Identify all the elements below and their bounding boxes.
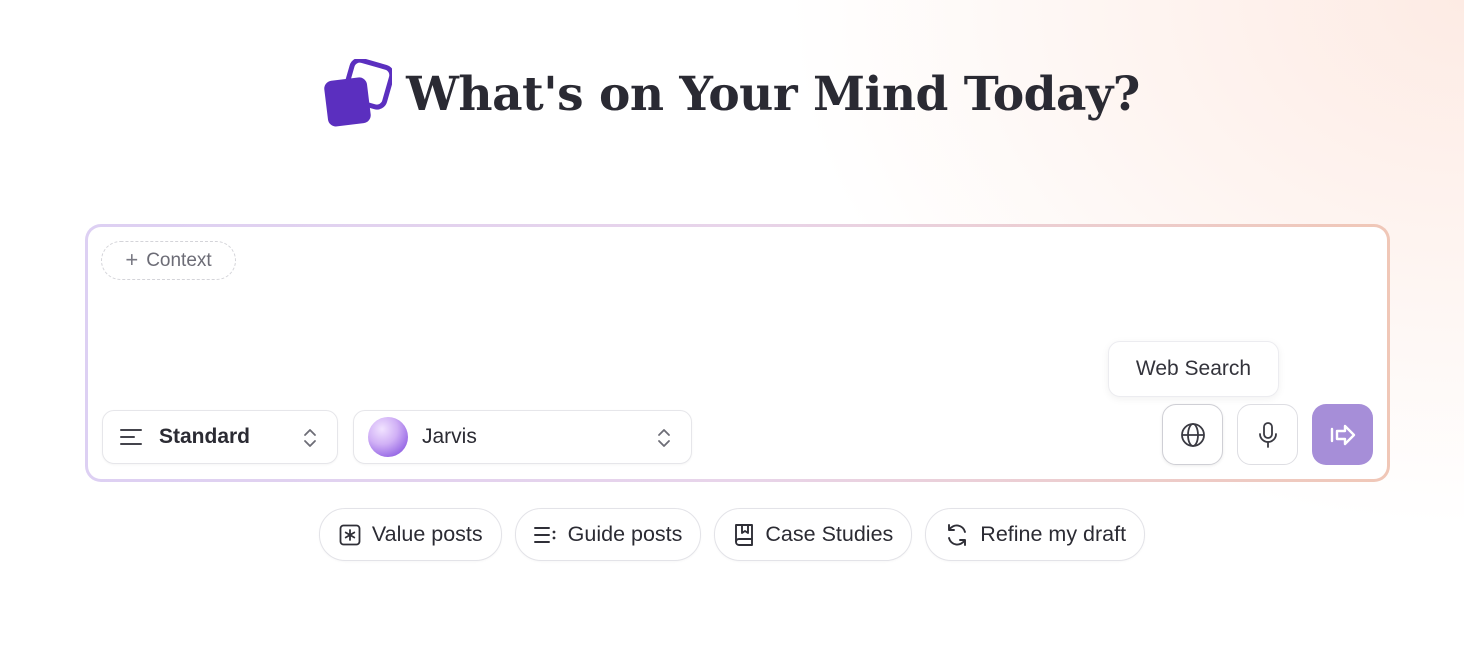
suggestion-refine-draft[interactable]: Refine my draft xyxy=(925,508,1146,561)
web-search-button[interactable] xyxy=(1162,404,1223,465)
suggestion-label: Value posts xyxy=(371,522,483,546)
suggestion-chips: Value posts Guide posts Case Studies Ref… xyxy=(0,508,1464,562)
mode-select[interactable]: Standard xyxy=(102,410,338,464)
suggestion-case-studies[interactable]: Case Studies xyxy=(714,508,913,561)
suggestion-label: Refine my draft xyxy=(980,522,1127,546)
mode-select-value: Standard xyxy=(159,425,251,448)
prompt-input-area[interactable]: + Context Web Search Standard Jarvis xyxy=(88,227,1387,479)
agent-avatar xyxy=(368,417,408,457)
web-search-tooltip: Web Search xyxy=(1108,341,1279,397)
book-bookmark-icon xyxy=(735,523,754,546)
send-arrow-icon xyxy=(1330,424,1355,445)
add-context-label: Context xyxy=(146,249,212,271)
list-icon xyxy=(533,526,556,543)
text-align-icon xyxy=(120,429,142,445)
suggestion-label: Guide posts xyxy=(567,522,683,546)
prompt-composer: + Context Web Search Standard Jarvis xyxy=(85,224,1390,482)
chevron-up-down-icon xyxy=(658,429,670,447)
plus-icon: + xyxy=(125,246,139,272)
logo-icon xyxy=(324,59,393,127)
refresh-icon xyxy=(948,523,967,546)
chevron-up-down-icon xyxy=(304,429,316,447)
microphone-icon xyxy=(1258,421,1277,448)
suggestion-value-posts[interactable]: Value posts xyxy=(318,508,502,561)
voice-input-button[interactable] xyxy=(1237,404,1298,465)
page-title: What's on Your Mind Today? xyxy=(406,66,1140,122)
asterisk-box-icon xyxy=(339,524,361,545)
agent-select-value: Jarvis xyxy=(422,425,477,448)
agent-select[interactable]: Jarvis xyxy=(353,410,692,464)
suggestion-guide-posts[interactable]: Guide posts xyxy=(514,508,702,561)
suggestion-label: Case Studies xyxy=(765,522,894,546)
add-context-button[interactable]: + Context xyxy=(101,241,236,280)
send-button[interactable] xyxy=(1312,404,1373,465)
globe-icon xyxy=(1180,422,1205,447)
hero-heading: What's on Your Mind Today? xyxy=(0,56,1464,132)
